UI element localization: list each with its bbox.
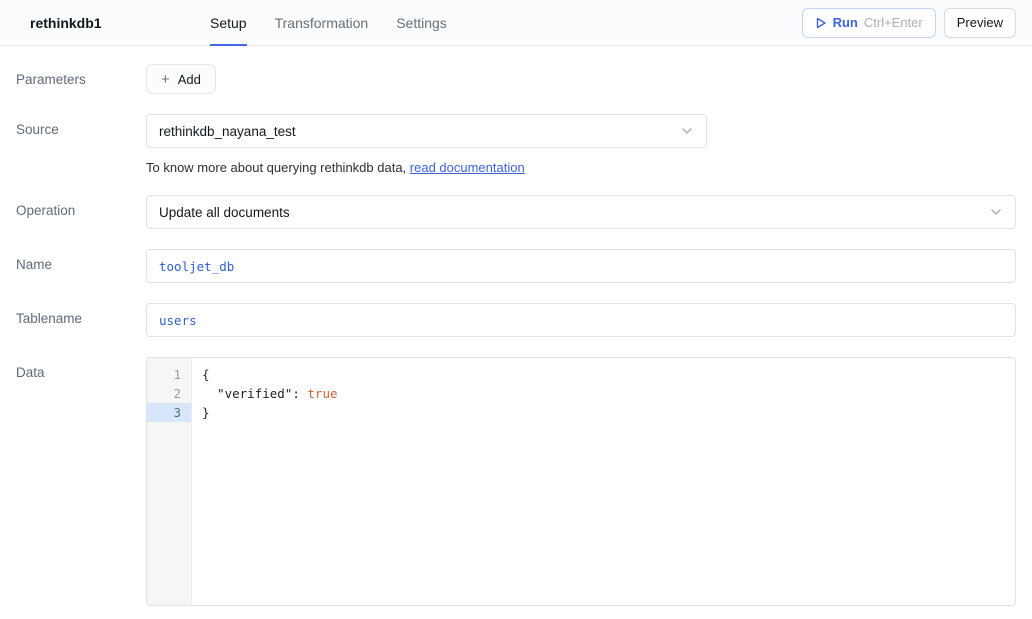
- name-label: Name: [16, 249, 146, 272]
- line-number: 2: [147, 384, 191, 403]
- operation-label: Operation: [16, 195, 146, 218]
- line-number: 1: [147, 365, 191, 384]
- data-label: Data: [16, 357, 146, 380]
- code-editor-gutter: 1 2 3: [147, 358, 192, 605]
- source-help-text: To know more about querying rethinkdb da…: [146, 160, 1016, 175]
- name-input[interactable]: [146, 249, 1016, 283]
- code-line: {: [202, 365, 1015, 384]
- code-token: {: [202, 367, 210, 382]
- play-icon: [815, 17, 827, 29]
- parameters-label: Parameters: [16, 64, 146, 87]
- run-button-label: Run: [833, 15, 858, 30]
- source-select[interactable]: rethinkdb_nayana_test: [146, 114, 707, 148]
- query-tabs: Setup Transformation Settings: [210, 0, 802, 46]
- code-token: true: [307, 386, 337, 401]
- code-token: "verified": [217, 386, 292, 401]
- line-number-active: 3: [147, 403, 191, 422]
- name-row: Name: [16, 249, 1016, 283]
- query-title: rethinkdb1: [30, 15, 180, 31]
- tab-settings[interactable]: Settings: [396, 0, 447, 46]
- plus-icon: +: [161, 71, 170, 88]
- tablename-row: Tablename: [16, 303, 1016, 337]
- tablename-input[interactable]: [146, 303, 1016, 337]
- data-code-editor[interactable]: 1 2 3 { "verified": true }: [146, 357, 1016, 606]
- source-row: Source rethinkdb_nayana_test To know mor…: [16, 114, 1016, 175]
- tab-transformation[interactable]: Transformation: [275, 0, 369, 46]
- query-setup-panel: Parameters + Add Source rethinkdb_nayana…: [0, 46, 1032, 606]
- code-line: "verified": true: [202, 384, 1015, 403]
- preview-button[interactable]: Preview: [944, 8, 1016, 38]
- code-token: :: [292, 386, 307, 401]
- topbar-actions: Run Ctrl+Enter Preview: [802, 8, 1016, 38]
- code-token: [202, 386, 217, 401]
- operation-select[interactable]: Update all documents: [146, 195, 1016, 229]
- add-parameter-label: Add: [178, 72, 201, 87]
- chevron-down-icon: [989, 205, 1003, 219]
- run-button[interactable]: Run Ctrl+Enter: [802, 8, 936, 38]
- source-select-value: rethinkdb_nayana_test: [159, 124, 296, 139]
- tablename-label: Tablename: [16, 303, 146, 326]
- chevron-down-icon: [680, 124, 694, 138]
- source-help-text-static: To know more about querying rethinkdb da…: [146, 160, 410, 175]
- operation-row: Operation Update all documents: [16, 195, 1016, 229]
- code-editor-content[interactable]: { "verified": true }: [192, 358, 1015, 605]
- data-row: Data 1 2 3 { "verified": true }: [16, 357, 1016, 606]
- code-line: }: [202, 403, 1015, 422]
- parameters-row: Parameters + Add: [16, 64, 1016, 94]
- add-parameter-button[interactable]: + Add: [146, 64, 216, 94]
- operation-select-value: Update all documents: [159, 205, 290, 220]
- run-shortcut-label: Ctrl+Enter: [864, 15, 923, 30]
- code-token: }: [202, 405, 210, 420]
- tab-setup[interactable]: Setup: [210, 0, 247, 46]
- query-topbar: rethinkdb1 Setup Transformation Settings…: [0, 0, 1032, 46]
- source-label: Source: [16, 114, 146, 137]
- read-documentation-link[interactable]: read documentation: [410, 160, 525, 175]
- preview-button-label: Preview: [957, 15, 1003, 30]
